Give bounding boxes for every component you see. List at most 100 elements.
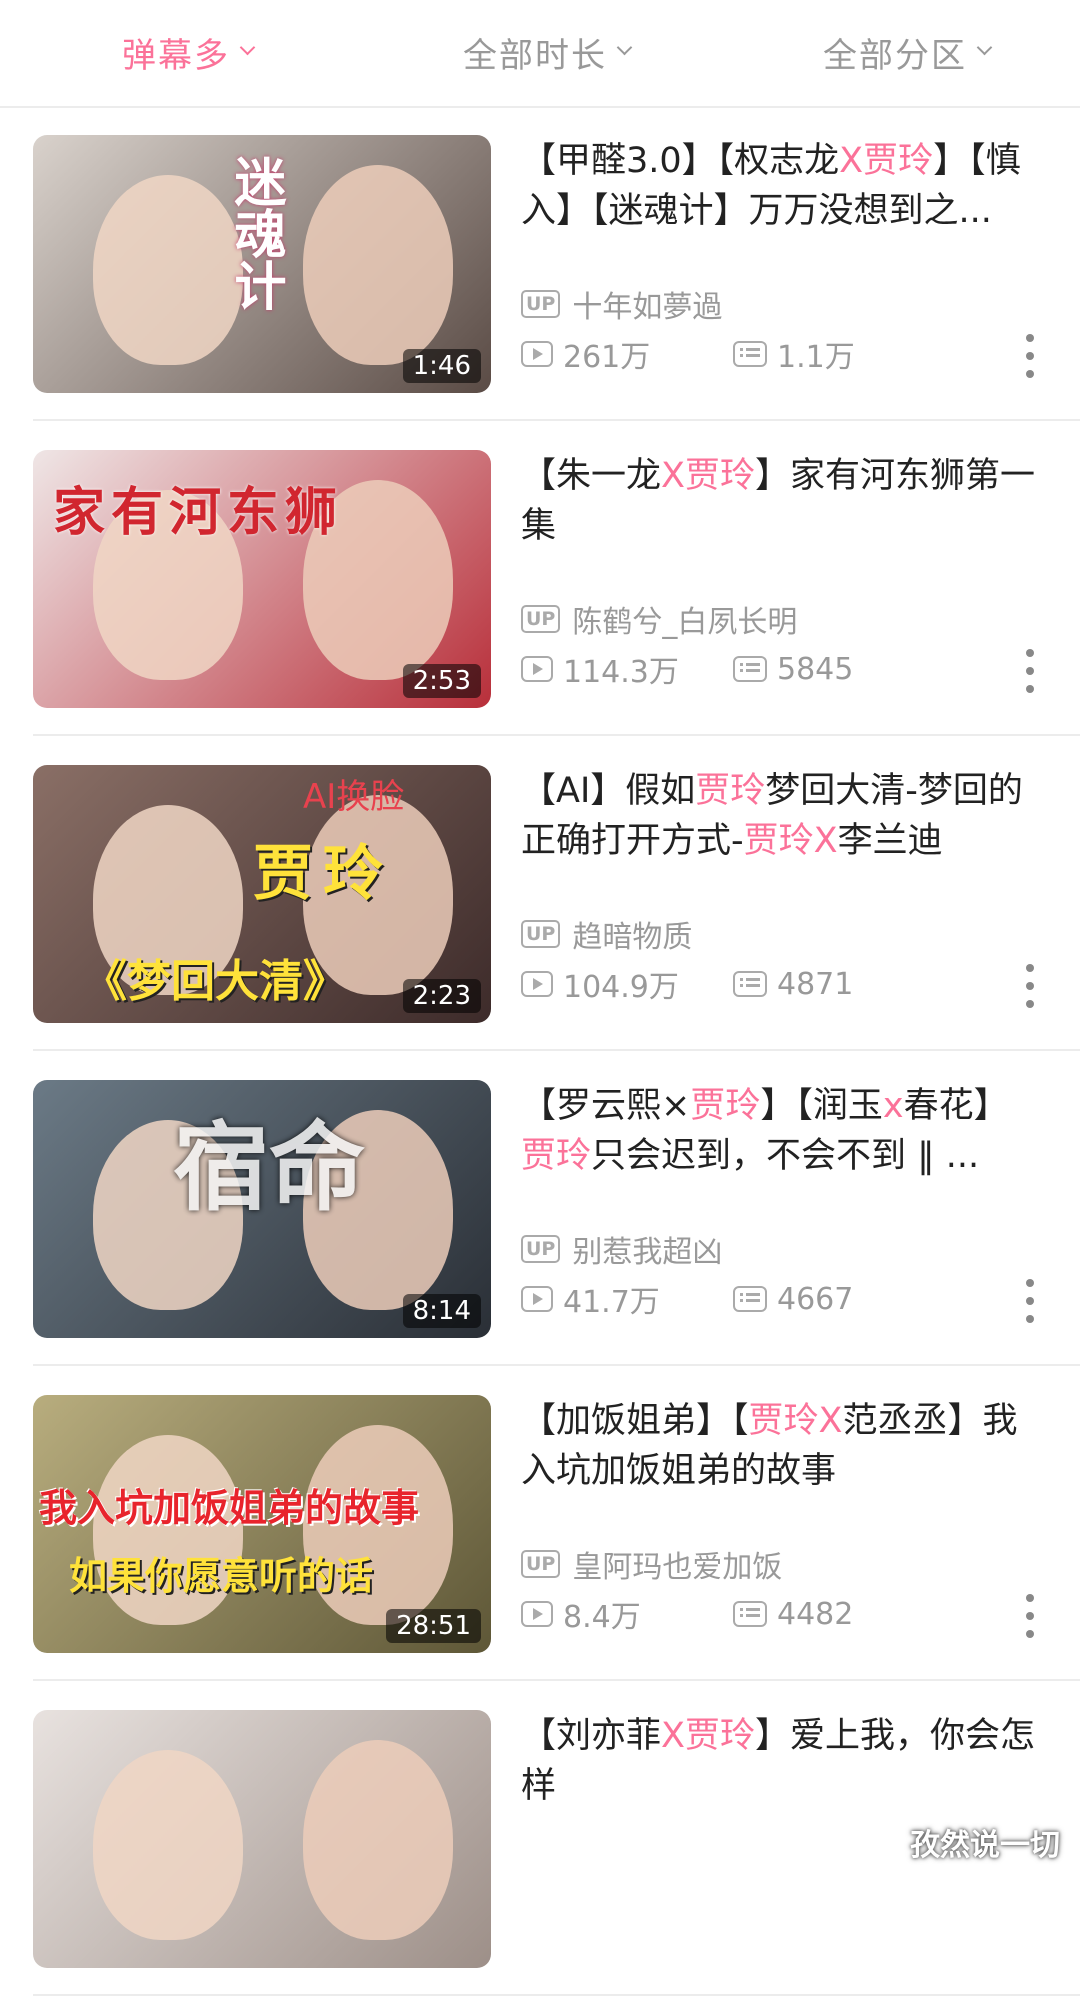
title-text: 】【润玉 [760, 1086, 883, 1126]
video-thumbnail[interactable]: 家有河东狮 2:53 [33, 450, 491, 708]
title-text: 只会迟到，不会不到 ‖ ... [591, 1136, 980, 1176]
danmaku-count-text: 4667 [777, 1281, 854, 1317]
title-highlight: 贾玲 [695, 771, 766, 811]
video-list-item[interactable]: 我入坑加饭姐弟的故事 如果你愿意听的话 28:51 【加饭姐弟】【贾玲X范丞丞】我入坑… [0, 1366, 1080, 1681]
danmaku-count-text: 4871 [777, 966, 854, 1002]
danmaku-icon [733, 1601, 767, 1627]
video-duration: 8:14 [402, 1294, 481, 1328]
video-duration: 2:23 [402, 979, 481, 1013]
title-text: 【AI】假如 [521, 771, 696, 811]
thumbnail-caption: 宿命 [173, 1112, 365, 1224]
title-highlight: X贾玲 [661, 1716, 755, 1756]
uploader-row[interactable]: UP 陈鹤兮_白夙长明 [521, 597, 797, 641]
danmaku-count-text: 1.1万 [777, 340, 855, 375]
more-options-icon[interactable] [1022, 1279, 1038, 1323]
chevron-down-icon [239, 39, 256, 55]
thumbnail-subcaption: 如果你愿意听的话 [69, 1554, 374, 1598]
play-count-icon [521, 341, 553, 367]
video-thumbnail[interactable]: 我入坑加饭姐弟的故事 如果你愿意听的话 28:51 [33, 1395, 491, 1653]
up-badge-icon: UP [521, 290, 561, 318]
danmaku-count: 5845 [733, 652, 853, 687]
uploader-name: 皇阿玛也爱加饭 [572, 1550, 783, 1585]
title-highlight: 贾玲 [690, 1086, 761, 1126]
view-count-text: 8.4万 [563, 1600, 641, 1635]
play-count-icon [521, 656, 553, 682]
thumbnail-caption: 迷魂计 [225, 155, 285, 311]
thumbnail-caption: 家有河东狮 [53, 483, 344, 543]
title-highlight: 贾玲X [743, 821, 838, 861]
play-count-icon [521, 971, 553, 997]
more-options-icon[interactable] [1022, 334, 1038, 378]
view-count: 261万 [521, 332, 733, 376]
thumbnail-subcaption: 《梦回大清》 [83, 956, 347, 1007]
video-list-item[interactable]: 家有河东狮 2:53 【朱一龙X贾玲】家有河东狮第一集 UP 陈鹤兮_白夙长明 114.3… [0, 421, 1080, 736]
danmaku-icon [733, 971, 767, 997]
title-highlight: 贾玲 [521, 1136, 592, 1176]
view-count: 114.3万 [521, 647, 733, 691]
danmaku-icon [733, 656, 767, 682]
thumbnail-corner-label: AI换脸 [303, 777, 405, 817]
filter-duration[interactable]: 全部时长 [463, 22, 633, 82]
video-title[interactable]: 【甲醛3.0】【权志龙X贾玲】【慎入】【迷魂计】万万没想到之... [521, 136, 1041, 236]
filter-sort-danmaku[interactable]: 弹幕多 [122, 22, 256, 82]
thumbnail-figure [303, 165, 453, 365]
chevron-down-icon [976, 39, 993, 55]
more-options-icon[interactable] [1022, 964, 1038, 1008]
video-thumbnail[interactable] [33, 1710, 491, 1968]
up-badge-icon: UP [521, 920, 561, 948]
title-highlight: X贾玲 [661, 456, 755, 496]
title-text: 【刘亦菲 [521, 1716, 662, 1756]
filter-label: 全部时长 [463, 35, 607, 76]
video-stats: 114.3万 5845 [521, 647, 853, 691]
play-count-icon [521, 1286, 553, 1312]
title-text: 【朱一龙 [521, 456, 662, 496]
view-count-text: 114.3万 [563, 655, 679, 690]
title-text: 李兰迪 [837, 821, 943, 861]
up-badge-icon: UP [521, 605, 561, 633]
video-title[interactable]: 【朱一龙X贾玲】家有河东狮第一集 [521, 451, 1041, 551]
danmaku-count-text: 4482 [777, 1596, 854, 1632]
danmaku-icon [733, 1286, 767, 1312]
more-options-icon[interactable] [1022, 649, 1038, 693]
video-duration: 2:53 [402, 664, 481, 698]
danmaku-count: 4871 [733, 967, 853, 1002]
filter-bar: 弹幕多 全部时长 全部分区 [0, 0, 1080, 108]
video-title[interactable]: 【刘亦菲X贾玲】爱上我，你会怎样 [521, 1711, 1041, 1811]
more-options-icon[interactable] [1022, 1594, 1038, 1638]
title-highlight: x [882, 1086, 904, 1126]
danmaku-count: 1.1万 [733, 332, 855, 376]
uploader-row[interactable]: UP 趋暗物质 [521, 912, 692, 956]
up-badge-icon: UP [521, 1550, 561, 1578]
video-list-item[interactable]: 贾玲《梦回大清》 AI换脸 2:23 【AI】假如贾玲梦回大清-梦回的正确打开方式-贾… [0, 736, 1080, 1051]
chevron-down-icon [616, 39, 633, 55]
video-list-item[interactable]: 宿命 8:14 【罗云熙×贾玲】【润玉x春花】贾玲只会迟到，不会不到 ‖ ... UP… [0, 1051, 1080, 1366]
uploader-row[interactable]: UP 皇阿玛也爱加饭 [521, 1542, 782, 1586]
uploader-name: 陈鹤兮_白夙长明 [572, 605, 798, 640]
up-badge-icon: UP [521, 1235, 561, 1263]
video-thumbnail[interactable]: 迷魂计 1:46 [33, 135, 491, 393]
title-text: 【加饭姐弟】【 [521, 1401, 749, 1441]
video-title[interactable]: 【罗云熙×贾玲】【润玉x春花】贾玲只会迟到，不会不到 ‖ ... [521, 1081, 1041, 1181]
filter-label: 全部分区 [823, 35, 967, 76]
video-title[interactable]: 【加饭姐弟】【贾玲X范丞丞】我入坑加饭姐弟的故事 [521, 1396, 1041, 1496]
view-count-text: 41.7万 [563, 1285, 660, 1320]
view-count: 41.7万 [521, 1277, 733, 1321]
filter-label: 弹幕多 [122, 35, 230, 76]
title-highlight: 贾玲X [748, 1401, 843, 1441]
video-list-item[interactable]: 迷魂计 1:46 【甲醛3.0】【权志龙X贾玲】【慎入】【迷魂计】万万没想到之...… [0, 106, 1080, 421]
video-list: 迷魂计 1:46 【甲醛3.0】【权志龙X贾玲】【慎入】【迷魂计】万万没想到之...… [0, 106, 1080, 1996]
uploader-row[interactable]: UP 十年如夢過 [521, 282, 722, 326]
thumbnail-figure [93, 1750, 243, 1940]
uploader-row[interactable]: UP 别惹我超凶 [521, 1227, 722, 1271]
title-text: 【罗云熙× [521, 1086, 691, 1126]
thumbnail-figure [303, 1740, 453, 1940]
video-stats: 261万 1.1万 [521, 332, 855, 376]
uploader-name: 趋暗物质 [572, 920, 693, 955]
title-text: 春花】 [903, 1086, 1009, 1126]
filter-category[interactable]: 全部分区 [823, 22, 993, 82]
view-count: 104.9万 [521, 962, 733, 1006]
video-thumbnail[interactable]: 贾玲 《梦回大清》 AI换脸 2:23 [33, 765, 491, 1023]
video-stats: 8.4万 4482 [521, 1592, 853, 1636]
video-title[interactable]: 【AI】假如贾玲梦回大清-梦回的正确打开方式-贾玲X李兰迪 [521, 766, 1041, 866]
video-thumbnail[interactable]: 宿命 8:14 [33, 1080, 491, 1338]
